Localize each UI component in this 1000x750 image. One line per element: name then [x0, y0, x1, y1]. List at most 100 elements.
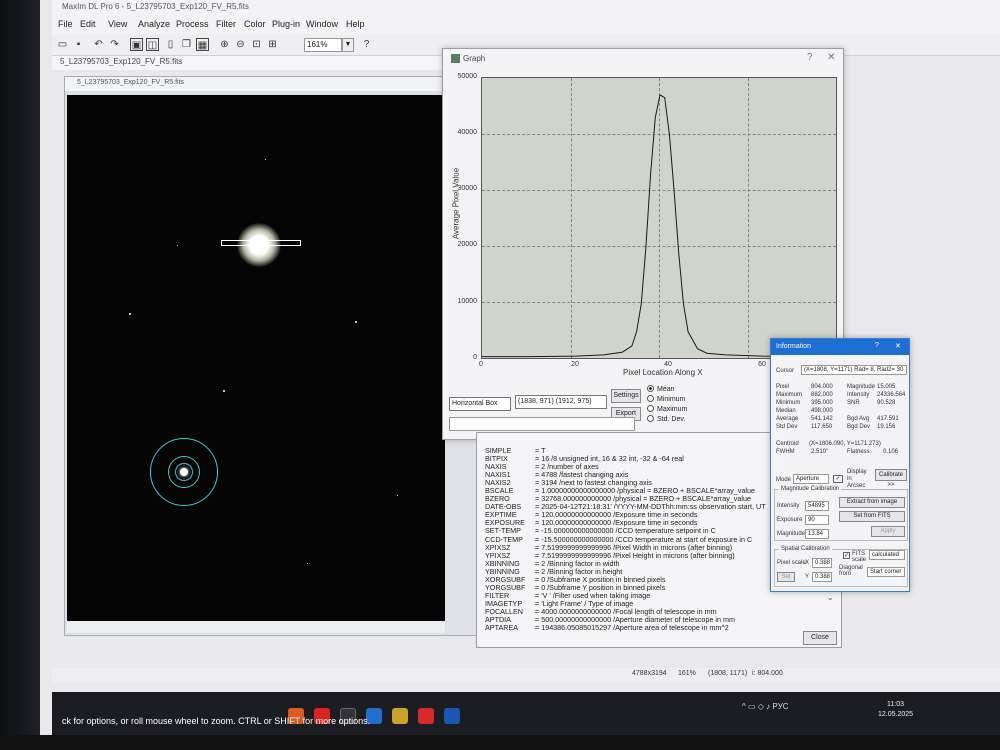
profile-coordinates-field[interactable]: (1838, 971) (1912, 975)	[515, 395, 607, 409]
menu-plugin[interactable]: Plug-in	[272, 19, 300, 29]
radio-maximum[interactable]: Maximum	[647, 405, 687, 413]
plot-area[interactable]	[481, 77, 838, 359]
status-zoom: 161%	[678, 670, 696, 677]
status-hint: ck for options, or roll mouse wheel to z…	[62, 716, 371, 726]
save-icon[interactable]: ▪	[72, 38, 85, 51]
redo-icon[interactable]: ↷	[108, 38, 121, 51]
radio-minimum-label: Minimum	[657, 396, 686, 403]
stat-label: Bgd Avg	[847, 416, 870, 422]
magnitude-input[interactable]: 13.84	[805, 529, 829, 539]
menu-color[interactable]: Color	[244, 19, 266, 29]
status-dimensions: 4788x3194	[632, 670, 667, 677]
open-icon[interactable]: ▭	[56, 38, 69, 51]
stat-value: 395.000	[811, 400, 833, 406]
fwhm-label: FWHM	[776, 449, 795, 455]
graph-title: Graph	[463, 54, 486, 63]
help-icon[interactable]: ?	[875, 342, 879, 349]
menu-filter[interactable]: Filter	[216, 19, 236, 29]
star	[355, 321, 357, 323]
set-button[interactable]: Set	[777, 572, 795, 582]
x-tick-label: 20	[571, 361, 579, 368]
menu-analyze[interactable]: Analyze	[138, 19, 170, 29]
screen-stretch-icon[interactable]: ▣	[130, 38, 143, 51]
pixel-scale-y-input[interactable]: 0.388	[812, 572, 832, 582]
system-clock[interactable]: 11:03 12.05.2025	[878, 700, 913, 720]
magnitude-calibration-label: Magnitude Calibration	[779, 486, 842, 492]
radio-maximum-label: Maximum	[657, 406, 688, 413]
calibrate-button[interactable]: Calibrate >>	[875, 469, 907, 488]
y-tick-label: 0	[473, 354, 477, 361]
radio-mean[interactable]: Mean	[647, 385, 675, 393]
line-profile-box[interactable]	[221, 240, 301, 246]
copy-icon[interactable]: ❐	[180, 38, 193, 51]
document-tab-label: 5_L23795703_Exp120_FV_R5.fits	[60, 57, 183, 66]
document-tab[interactable]: 5_L23795703_Exp120_FV_R5.fits	[52, 56, 452, 70]
radio-mean-label: Mean	[657, 386, 675, 393]
extract-from-image-button[interactable]: Extract from image	[839, 497, 905, 508]
stat-label: SNR	[847, 400, 860, 406]
graph-status-field	[449, 417, 635, 431]
app-title-bar: MaxIm DL Pro 6 - 5_L23795703_Exp120_FV_R…	[52, 0, 1000, 16]
chevron-down-icon[interactable]: ⌄	[827, 593, 834, 602]
fits-scale-checkbox[interactable]: ✓	[843, 552, 850, 559]
profile-chart	[482, 94, 838, 358]
settings-button[interactable]: Settings	[611, 389, 641, 403]
taskbar: ^ ▭ ◇ ♪ PУC 11:03 12.05.2025	[52, 692, 1000, 736]
y-tick-label: 50000	[457, 73, 477, 80]
stat-value: 117.650	[811, 424, 833, 430]
menu-window[interactable]: Window	[306, 19, 338, 29]
apply-button[interactable]: Apply	[871, 526, 905, 537]
star-image[interactable]	[67, 95, 445, 621]
stats-left-values: 804.000 882.000 395.000 498.000 541.142 …	[811, 383, 833, 431]
profile-mode-select[interactable]: Horizontal Box	[449, 397, 511, 411]
menu-file[interactable]: File	[58, 19, 73, 29]
system-tray[interactable]: ^ ▭ ◇ ♪ PУC	[742, 702, 789, 711]
star	[397, 495, 398, 496]
stats-right-values: 15.005 24336.564 90.528 417.591 19.156	[877, 383, 905, 431]
zoom-actual-icon[interactable]: ⊞	[266, 38, 279, 51]
radio-selected-icon	[647, 385, 654, 392]
display-arcsec-checkbox[interactable]: ✓	[833, 475, 843, 483]
menu-edit[interactable]: Edit	[80, 19, 96, 29]
stat-value: 90.528	[877, 400, 896, 406]
menu-process[interactable]: Process	[176, 19, 209, 29]
zoom-fit-icon[interactable]: ⊡	[250, 38, 263, 51]
flatness-label: Flatness	[847, 449, 870, 455]
fits-scale-label: FITS scale	[852, 551, 867, 563]
zoom-out-icon[interactable]: ⊖	[234, 38, 247, 51]
menu-view[interactable]: View	[108, 19, 127, 29]
intensity-input[interactable]: 54895	[805, 501, 829, 511]
stat-label: Minimum	[776, 400, 801, 406]
close-button[interactable]: Close	[803, 631, 837, 645]
zoom-select[interactable]: 161%	[304, 38, 342, 52]
help-icon[interactable]: ?	[807, 52, 813, 63]
star	[223, 390, 225, 392]
x-tick-label: 60	[758, 361, 766, 368]
window-icon[interactable]: ▯	[164, 38, 177, 51]
pixel-scale-label: Pixel scale	[777, 560, 806, 566]
zoom-in-icon[interactable]: ⊕	[218, 38, 231, 51]
x-label: X	[805, 560, 810, 566]
exposure-input[interactable]: 90	[805, 515, 829, 525]
radio-std-dev[interactable]: Std. Dev.	[647, 415, 685, 423]
menu-help[interactable]: Help	[346, 19, 365, 29]
target-star	[180, 468, 188, 476]
undo-icon[interactable]: ↶	[92, 38, 105, 51]
mode-select[interactable]: Aperture	[793, 474, 829, 484]
mode-label: Mode	[776, 477, 792, 483]
calculated-field: calculated	[869, 550, 905, 560]
status-coords: (1808, 1171)	[708, 670, 748, 677]
diagonal-select[interactable]: Start corner	[867, 567, 905, 577]
crop-icon[interactable]: ▦	[196, 38, 209, 51]
pixel-scale-x-input[interactable]: 0.388	[812, 558, 832, 568]
cursor-value: (X=1808, Y=1171) Rad= 8, Rad2= 30	[801, 365, 907, 375]
horizontal-scrollbar[interactable]	[67, 621, 445, 633]
zoom-dropdown-icon[interactable]: ▼	[342, 38, 354, 52]
radio-minimum[interactable]: Minimum	[647, 395, 685, 403]
close-icon[interactable]: ✕	[827, 52, 835, 63]
star	[177, 245, 178, 246]
fit-icon[interactable]: ◫	[146, 38, 159, 51]
close-icon[interactable]: ✕	[895, 342, 901, 350]
set-from-fits-button[interactable]: Set from FITS	[839, 511, 905, 522]
help-pointer-icon[interactable]: ?	[360, 38, 373, 51]
